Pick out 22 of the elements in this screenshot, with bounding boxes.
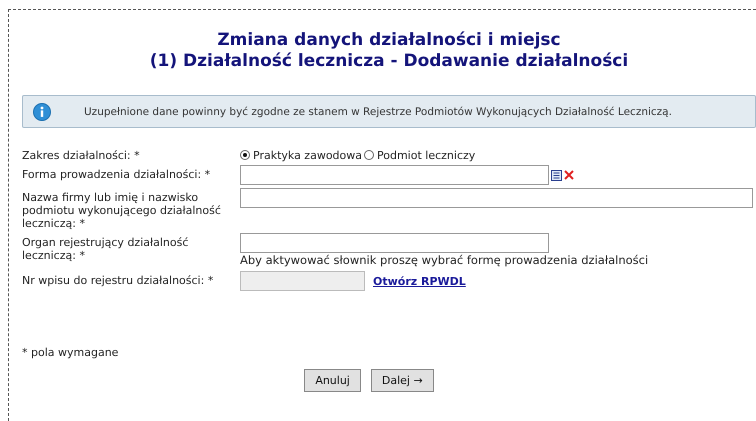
page-title: (1) Działalność lecznicza - Dodawanie działalności bbox=[150, 51, 628, 72]
info-icon bbox=[33, 102, 51, 120]
form-button[interactable]: Dalej → bbox=[370, 369, 434, 392]
field-label: Forma prowadzenia działalności: * bbox=[22, 167, 212, 183]
form-button[interactable]: Anuluj bbox=[304, 369, 361, 392]
radio-label[interactable]: Praktyka zawodowa bbox=[253, 148, 362, 162]
required-note: * pola wymagane bbox=[22, 346, 120, 359]
page-title: Zmiana danych działalności i miejsc bbox=[217, 30, 561, 51]
input-field[interactable] bbox=[240, 165, 549, 185]
input-field[interactable] bbox=[240, 188, 753, 208]
input-field[interactable] bbox=[240, 233, 549, 253]
field-label: Nazwa firmy lub imię i nazwisko podmiotu wykonującego działalność leczniczą: * bbox=[22, 190, 222, 230]
info-message: Uzupełnione dane powinny być zgodne ze stanem w Rejestrze Podmiotów Wykonujących Działalność Leczniczą. bbox=[84, 106, 672, 118]
radio-button[interactable] bbox=[240, 150, 250, 160]
list-icon[interactable] bbox=[551, 170, 562, 180]
radio-button[interactable] bbox=[364, 150, 374, 160]
field-label: Zakres działalności: * bbox=[22, 148, 141, 162]
close-icon[interactable] bbox=[564, 170, 574, 180]
field-label: Organ rejestrujący działalność leczniczą: * bbox=[22, 235, 190, 264]
hint-text: Aby aktywować słownik proszę wybrać formę prowadzenia działalności bbox=[240, 253, 648, 268]
field-label: Nr wpisu do rejestru działalności: * bbox=[22, 273, 214, 289]
radio-label[interactable]: Podmiot leczniczy bbox=[377, 148, 476, 162]
